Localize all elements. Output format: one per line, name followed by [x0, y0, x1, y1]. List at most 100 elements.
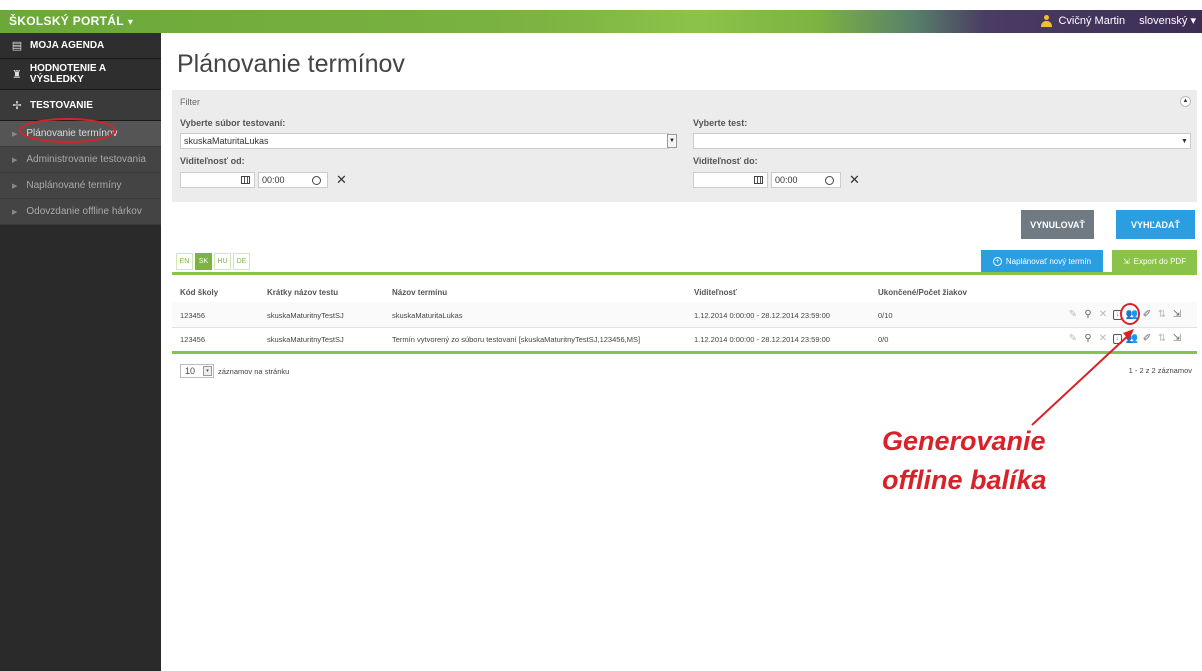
- generate-offline-package-icon[interactable]: ↓: [1113, 333, 1122, 344]
- test-label: Vyberte test:: [693, 118, 748, 128]
- tab-sk[interactable]: SK: [195, 253, 212, 270]
- sidebar-item-label: Naplánované termíny: [26, 180, 122, 191]
- clock-icon[interactable]: [312, 176, 321, 185]
- sidebar-item-label: HODNOTENIE A VÝSLEDKY: [29, 63, 106, 85]
- agenda-icon: ▤: [11, 40, 23, 52]
- top-bar: ŠKOLSKÝ PORTÁL ▾ Cvičný Martin slovenský …: [0, 0, 1202, 33]
- export-pdf-icon: ⇲: [1122, 256, 1130, 266]
- students-icon[interactable]: 👥: [1126, 333, 1138, 344]
- pager: 10 ▾ záznamov na stránku: [180, 364, 289, 378]
- sidebar-item-testovanie[interactable]: ✢ TESTOVANIE: [0, 90, 161, 121]
- highlight-ellipse: [19, 118, 116, 143]
- clear-from-icon[interactable]: ✕: [336, 172, 347, 188]
- cell-visibility: 1.12.2014 0:00:00 - 28.12.2014 23:59:00: [694, 311, 830, 320]
- chevron-right-icon: ▶: [12, 156, 18, 164]
- highlight-ellipse: [1120, 303, 1140, 325]
- sidebar-item-label: MOJA AGENDA: [30, 40, 105, 51]
- notes-icon[interactable]: ✐: [1142, 333, 1152, 344]
- clock-icon[interactable]: [825, 176, 834, 185]
- language-select[interactable]: slovenský ▾: [1139, 14, 1196, 27]
- annotation-line: offline balíka: [882, 465, 1047, 495]
- search-icon[interactable]: ⚲: [1083, 333, 1093, 344]
- sidebar-item-naplanovane-terminy[interactable]: ▶ Naplánované termíny: [0, 173, 161, 199]
- column-header[interactable]: Viditeľnosť: [694, 288, 737, 297]
- calendar-icon[interactable]: [754, 176, 763, 184]
- top-bar-strip: ŠKOLSKÝ PORTÁL ▾ Cvičný Martin slovenský …: [0, 10, 1202, 33]
- chevron-right-icon: ▶: [12, 130, 18, 138]
- table-top-border: [172, 272, 1197, 275]
- sort-icon[interactable]: ⇅: [1157, 333, 1167, 344]
- page-title: Plánovanie termínov: [177, 50, 405, 78]
- divider: [172, 327, 1197, 328]
- column-header[interactable]: Kód školy: [180, 288, 218, 297]
- language-tabs: EN SK HU DE: [176, 253, 250, 270]
- page-size-value: 10: [185, 366, 196, 376]
- from-label: Viditeľnosť od:: [180, 156, 245, 166]
- cell-visibility: 1.12.2014 0:00:00 - 28.12.2014 23:59:00: [694, 335, 830, 344]
- trophy-icon: ♜: [11, 68, 22, 81]
- clear-to-icon[interactable]: ✕: [849, 172, 860, 188]
- cell-test-name: skuskaMaturitnyTestSJ: [267, 335, 344, 344]
- sidebar-item-label: TESTOVANIE: [30, 99, 93, 111]
- language-caret-icon: ▾: [1190, 15, 1196, 27]
- export-pdf-label: Export do PDF: [1133, 256, 1187, 266]
- brand-menu[interactable]: ŠKOLSKÝ PORTÁL ▾: [9, 14, 133, 28]
- delete-icon[interactable]: ✕: [1098, 333, 1108, 344]
- sort-icon[interactable]: ⇅: [1157, 309, 1167, 320]
- page-size-caret-icon: ▾: [203, 366, 212, 376]
- export-icon[interactable]: ⇲: [1172, 309, 1182, 320]
- edit-icon[interactable]: ✎: [1068, 309, 1078, 320]
- search-icon[interactable]: ⚲: [1083, 309, 1093, 320]
- language-label: slovenský: [1139, 15, 1188, 27]
- per-page-label: záznamov na stránku: [218, 366, 290, 376]
- brand-label: ŠKOLSKÝ PORTÁL: [9, 14, 124, 28]
- reset-button[interactable]: VYNULOVAŤ: [1021, 210, 1094, 239]
- tab-en[interactable]: EN: [176, 253, 193, 270]
- user-icon: [1041, 14, 1053, 27]
- filter-heading: Filter: [180, 97, 200, 107]
- test-dropdown-icon[interactable]: ▼: [1181, 138, 1188, 145]
- row-actions: ✎ ⚲ ✕ ↓ 👥 ✐ ⇅ ⇲: [1068, 333, 1182, 344]
- to-label: Viditeľnosť do:: [693, 156, 758, 166]
- cell-term-name: skuskaMaturitaLukas: [392, 311, 463, 320]
- sidebar-item-label: Administrovanie testovania: [26, 154, 146, 165]
- set-select[interactable]: skuskaMaturitaLukas: [180, 133, 669, 149]
- edit-icon[interactable]: ✎: [1068, 333, 1078, 344]
- sidebar-item-hodnotenie[interactable]: ♜ HODNOTENIE A VÝSLEDKY: [0, 59, 161, 90]
- annotation-text: Generovanie offline balíka: [882, 422, 1047, 500]
- cell-school-code: 123456: [180, 311, 206, 320]
- column-header[interactable]: Krátky názov testu: [267, 288, 338, 297]
- sidebar-item-moja-agenda[interactable]: ▤ MOJA AGENDA: [0, 33, 161, 59]
- tab-de[interactable]: DE: [233, 253, 250, 270]
- export-icon[interactable]: ⇲: [1172, 333, 1182, 344]
- sidebar-item-administrovanie[interactable]: ▶ Administrovanie testovania: [0, 147, 161, 173]
- plan-new-term-button[interactable]: + Naplánovať nový termín: [981, 250, 1103, 272]
- export-pdf-button[interactable]: ⇲ Export do PDF: [1112, 250, 1197, 272]
- search-button[interactable]: VYHĽADAŤ: [1116, 210, 1195, 239]
- cell-term-name: Termín vytvorený zo súboru testovaní [sk…: [392, 335, 641, 344]
- annotation-line: Generovanie: [882, 426, 1046, 456]
- sidebar-item-odovzdanie[interactable]: ▶ Odovzdanie offline hárkov: [0, 199, 161, 225]
- notes-icon[interactable]: ✐: [1142, 309, 1152, 320]
- sidebar-item-label: Odovzdanie offline hárkov: [26, 206, 142, 217]
- collapse-icon[interactable]: ▲: [1180, 96, 1191, 107]
- plus-circle-icon: +: [992, 256, 1002, 266]
- set-label: Vyberte súbor testovaní:: [180, 118, 286, 128]
- user-name[interactable]: Cvičný Martin: [1058, 15, 1125, 27]
- filter-panel: Filter ▲ Vyberte súbor testovaní: skuska…: [172, 90, 1197, 202]
- column-header[interactable]: Ukončené/Počet žiakov: [878, 288, 967, 297]
- column-header[interactable]: Názov termínu: [392, 288, 447, 297]
- test-select[interactable]: [693, 133, 1191, 149]
- pager-summary: 1 - 2 z 2 záznamov: [1128, 366, 1192, 375]
- cell-completed: 0/10: [878, 311, 893, 320]
- tab-hu[interactable]: HU: [214, 253, 231, 270]
- delete-icon[interactable]: ✕: [1098, 309, 1108, 320]
- testing-icon: ✢: [12, 99, 22, 112]
- page-size-select[interactable]: 10 ▾: [180, 364, 214, 378]
- user-area: Cvičný Martin slovenský ▾: [1041, 14, 1196, 27]
- cell-test-name: skuskaMaturitnyTestSJ: [267, 311, 344, 320]
- chevron-right-icon: ▶: [12, 208, 18, 216]
- set-dropdown-icon[interactable]: ▼: [667, 134, 677, 148]
- brand-caret-icon: ▾: [127, 17, 134, 28]
- calendar-icon[interactable]: [241, 176, 250, 184]
